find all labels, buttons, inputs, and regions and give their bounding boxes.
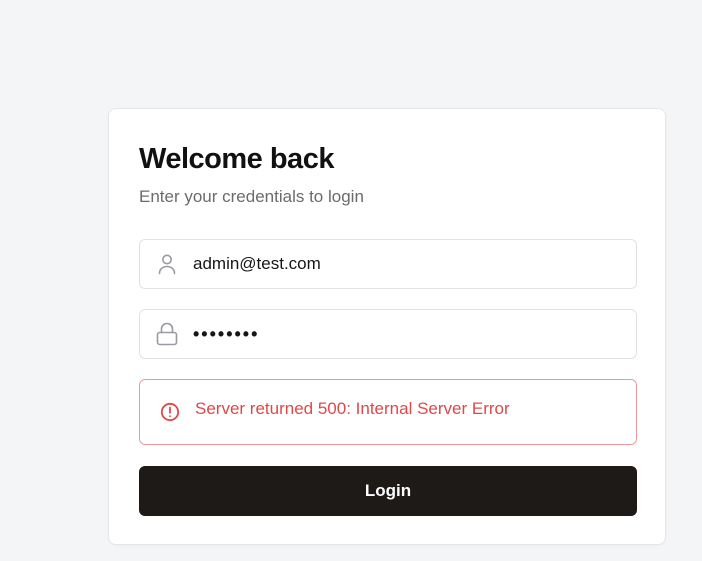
user-icon xyxy=(155,252,179,276)
alert-circle-icon xyxy=(159,401,181,423)
lock-icon xyxy=(155,322,179,346)
password-field[interactable]: •••••••• xyxy=(139,309,637,359)
login-button[interactable]: Login xyxy=(139,466,637,516)
email-field[interactable]: admin@test.com xyxy=(139,239,637,289)
login-card: Welcome back Enter your credentials to l… xyxy=(108,108,666,545)
page-subtitle: Enter your credentials to login xyxy=(139,187,364,206)
error-alert: Server returned 500: Internal Server Err… xyxy=(139,379,637,445)
password-value[interactable]: •••••••• xyxy=(193,323,259,345)
error-message: Server returned 500: Internal Server Err… xyxy=(195,399,510,418)
page-title: Welcome back xyxy=(139,143,334,175)
email-value[interactable]: admin@test.com xyxy=(193,253,321,275)
